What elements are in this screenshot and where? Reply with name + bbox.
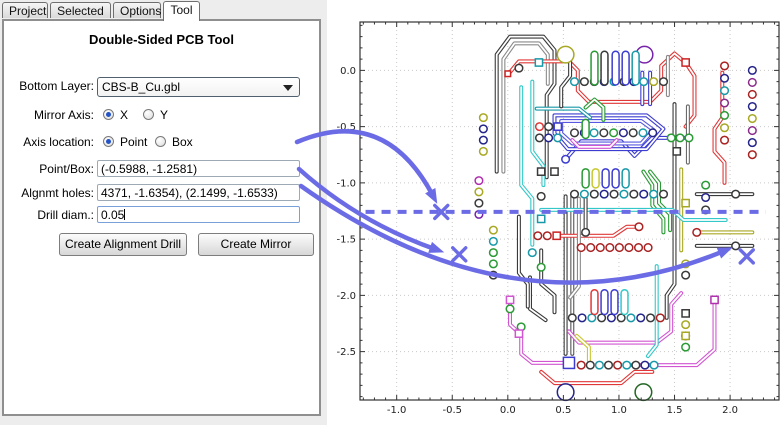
drill-diam-input[interactable]: 0.05 [97, 206, 300, 223]
point-box-label: Point/Box: [10, 162, 94, 176]
mirror-axis-y-radio[interactable] [143, 109, 154, 120]
marker-alignment-hole-2 [740, 250, 753, 263]
tab-selected[interactable]: Selected [50, 2, 111, 18]
tab-selected-label: Selected [57, 4, 104, 18]
svg-text:0.5: 0.5 [555, 405, 571, 416]
svg-text:0.0: 0.0 [340, 66, 356, 77]
plot-canvas[interactable]: -1.0 -0.5 0.0 0.5 1.0 1.5 2.0 0.0 -0.5 -1.0 -1.5 -2… [327, 0, 784, 425]
axis-location-box-label: Box [172, 135, 193, 149]
alignment-holes-label: Algnmt holes: [10, 186, 94, 200]
create-mirror-button[interactable]: Create Mirror [198, 233, 314, 256]
marker-alignment-hole-1 [453, 248, 466, 261]
chevron-down-icon [283, 85, 293, 91]
mirror-axis-y-label: Y [160, 108, 168, 122]
svg-text:-1.5: -1.5 [336, 235, 356, 246]
app-window: -1.0 -0.5 0.0 0.5 1.0 1.5 2.0 0.0 -0.5 -1.0 -1.5 -2… [0, 0, 784, 425]
point-box-value: (-0.5988, -1.2581) [101, 162, 197, 176]
tab-options-label: Options [120, 4, 161, 18]
drill-diam-label: Drill diam.: [10, 208, 94, 222]
svg-text:-2.0: -2.0 [336, 291, 356, 302]
plot-figure: -1.0 -0.5 0.0 0.5 1.0 1.5 2.0 0.0 -0.5 -1.0 -1.5 -2… [327, 0, 784, 425]
axis-location-point-radio[interactable] [103, 136, 114, 147]
svg-text:2.0: 2.0 [722, 405, 738, 416]
bottom-layer-value: CBS-B_Cu.gbl [102, 80, 180, 94]
axis-location-point-label: Point [120, 135, 147, 149]
bottom-layer-select[interactable]: CBS-B_Cu.gbl [97, 77, 300, 97]
svg-text:-2.5: -2.5 [336, 347, 356, 358]
tab-tool-label: Tool [170, 3, 192, 17]
create-alignment-drill-button[interactable]: Create Alignment Drill [59, 233, 187, 256]
tab-project-label: Project [9, 4, 46, 18]
axis-location-box-radio[interactable] [155, 136, 166, 147]
text-caret [124, 209, 125, 220]
svg-text:1.5: 1.5 [667, 405, 683, 416]
svg-text:1.0: 1.0 [611, 405, 627, 416]
axis-location-label: Axis location: [10, 135, 94, 149]
mirror-axis-x-radio[interactable] [103, 109, 114, 120]
svg-text:-0.5: -0.5 [442, 405, 462, 416]
tool-panel: Double-Sided PCB Tool Bottom Layer: CBS-… [2, 19, 321, 416]
bottom-layer-label: Bottom Layer: [10, 79, 94, 93]
page-title: Double-Sided PCB Tool [4, 32, 319, 47]
tab-tool[interactable]: Tool [163, 1, 200, 21]
svg-text:-1.0: -1.0 [336, 178, 356, 189]
svg-text:0.0: 0.0 [500, 405, 516, 416]
svg-text:-1.0: -1.0 [387, 405, 407, 416]
drill-diam-value: 0.05 [101, 208, 124, 222]
tab-project[interactable]: Project [2, 2, 48, 18]
alignment-holes-input[interactable]: 4371, -1.6354), (2.1499, -1.6533) [97, 184, 300, 201]
tab-options[interactable]: Options [113, 2, 161, 18]
svg-text:-0.5: -0.5 [336, 122, 356, 133]
pcb-traces-layer [497, 37, 753, 384]
mirror-axis-x-label: X [120, 108, 128, 122]
mirror-axis-label: Mirror Axis: [10, 108, 94, 122]
alignment-holes-value: 4371, -1.6354), (2.1499, -1.6533) [101, 186, 278, 200]
point-box-input[interactable]: (-0.5988, -1.2581) [97, 160, 300, 177]
